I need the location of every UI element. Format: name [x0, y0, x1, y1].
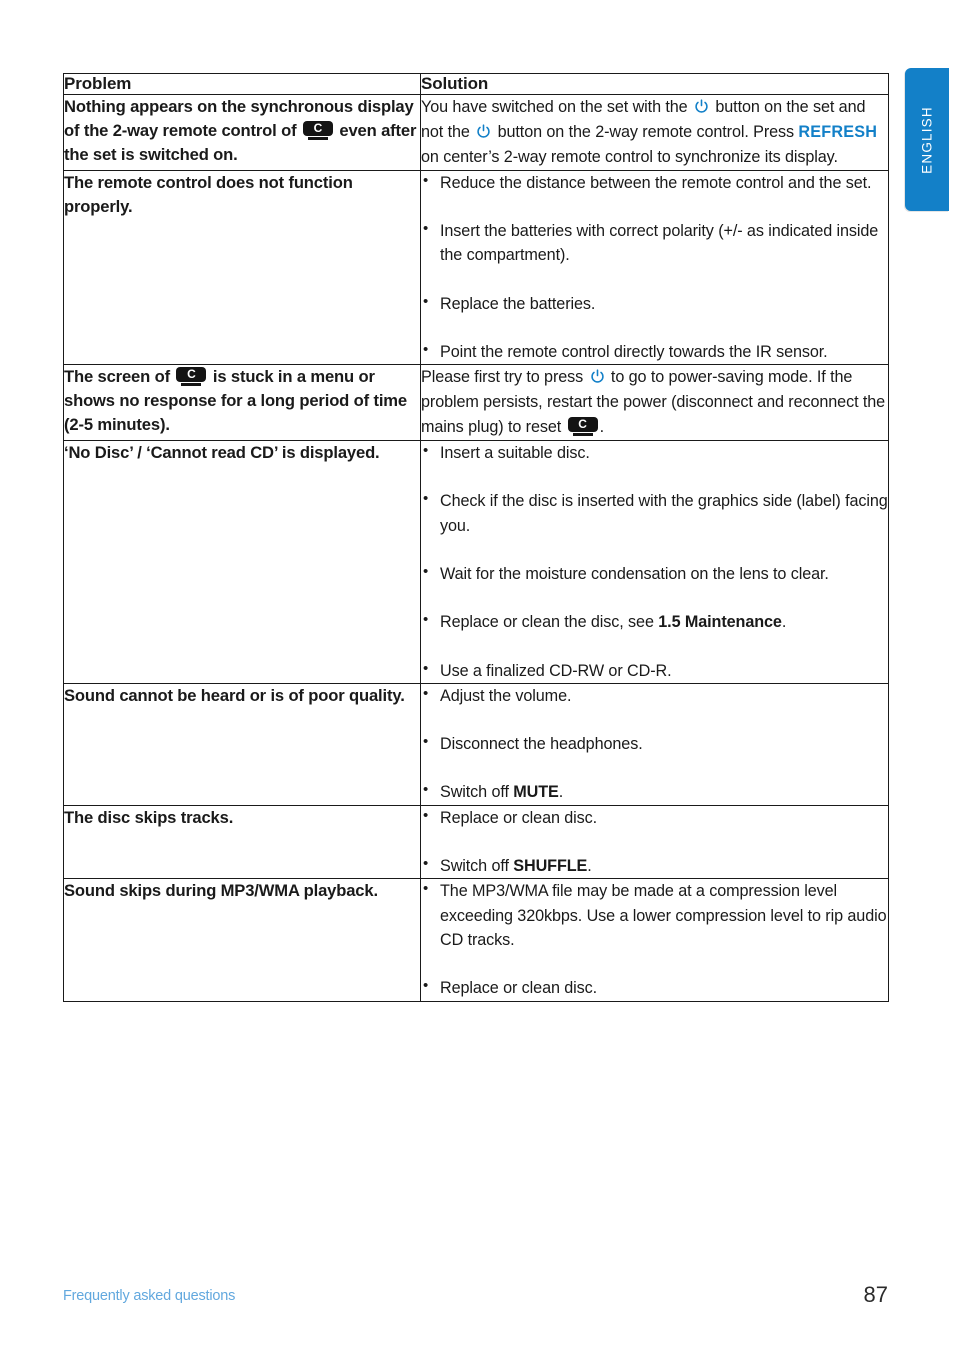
page-footer: Frequently asked questions 87: [63, 1282, 888, 1314]
column-header-problem: Problem: [63, 73, 421, 95]
center-device-icon: C: [567, 417, 598, 437]
center-device-letter: C: [578, 417, 587, 432]
problem-cell: Sound cannot be heard or is of poor qual…: [63, 682, 421, 806]
emphasis-keyword: 1.5 Maintenance: [658, 613, 782, 632]
solution-bullet-list: The MP3/WMA file may be made at a compre…: [421, 878, 888, 1000]
power-icon: [476, 124, 491, 139]
solution-bullet-item: Check if the disc is inserted with the g…: [421, 488, 888, 538]
solution-cell: The MP3/WMA file may be made at a compre…: [420, 878, 889, 1002]
center-device-base: [181, 383, 202, 387]
problem-cell: The disc skips tracks.: [63, 804, 421, 880]
faq-troubleshooting-table: Problem Solution Nothing appears on the …: [63, 73, 889, 1002]
solution-bullet-item: Replace the batteries.: [421, 291, 888, 316]
power-icon: [590, 369, 605, 384]
solution-bullet-item: Disconnect the headphones.: [421, 731, 888, 756]
emphasis-keyword: SHUFFLE: [513, 857, 588, 876]
solution-cell: Insert a suitable disc. Check if the disc…: [420, 440, 889, 684]
problem-cell: The screen of C is stuck in a menu or sh…: [63, 364, 421, 442]
center-device-letter: C: [187, 367, 196, 382]
solution-paragraph: You have switched on the set with the bu…: [421, 98, 878, 166]
column-header-solution: Solution: [420, 73, 889, 95]
problem-cell: Sound skips during MP3/WMA playback.: [63, 878, 421, 1002]
problem-cell: ‘No Disc’ / ‘Cannot read CD’ is displaye…: [63, 440, 421, 684]
table-row: ‘No Disc’ / ‘Cannot read CD’ is displaye…: [63, 440, 889, 684]
solution-cell: You have switched on the set with the bu…: [420, 94, 889, 171]
center-device-letter: C: [313, 121, 323, 136]
solution-bullet-item: Replace or clean disc.: [421, 975, 888, 1000]
power-icon: [694, 99, 709, 114]
language-tab-english: ENGLISH: [905, 68, 949, 211]
solution-bullet-item: The MP3/WMA file may be made at a compre…: [421, 878, 888, 952]
solution-bullet-list: Reduce the distance between the remote c…: [421, 170, 888, 364]
problem-cell: The remote control does not function pro…: [63, 169, 421, 366]
table-row: Sound cannot be heard or is of poor qual…: [63, 682, 889, 806]
solution-bullet-item: Use a finalized CD-RW or CD-R.: [421, 658, 888, 683]
problem-cell: Nothing appears on the synchronous displ…: [63, 94, 421, 171]
center-device-base: [572, 433, 593, 437]
solution-cell: Adjust the volume. Disconnect the headpho…: [420, 683, 889, 806]
center-device-icon: C: [176, 367, 207, 387]
table-header-row: Problem Solution: [63, 73, 889, 95]
table-row: The remote control does not function pro…: [63, 169, 889, 366]
faq-table-body: Nothing appears on the synchronous displ…: [63, 94, 889, 1002]
solution-cell: Please first try to press to go to power…: [420, 364, 889, 442]
accent-keyword: REFRESH: [798, 122, 878, 141]
solution-bullet-item: Switch off MUTE.: [421, 779, 888, 804]
solution-bullet-item: Adjust the volume.: [421, 683, 888, 708]
solution-bullet-list: Insert a suitable disc. Check if the disc…: [421, 440, 888, 683]
solution-bullet-list: Adjust the volume. Disconnect the headpho…: [421, 683, 888, 805]
solution-paragraph: Please first try to press to go to power…: [421, 368, 886, 437]
solution-bullet-list: Replace or clean disc. Switch off SHUFFLE…: [421, 805, 888, 879]
solution-bullet-item: Replace or clean disc.: [421, 805, 888, 830]
page-number: 87: [863, 1282, 888, 1307]
solution-bullet-item: Point the remote control directly toward…: [421, 339, 888, 364]
solution-cell: Reduce the distance between the remote c…: [420, 170, 889, 366]
solution-bullet-item: Insert a suitable disc.: [421, 440, 888, 465]
center-device-icon: C: [302, 121, 333, 141]
solution-cell: Replace or clean disc. Switch off SHUFFLE…: [420, 805, 889, 880]
table-row: Nothing appears on the synchronous displ…: [63, 94, 889, 171]
language-tab-label: ENGLISH: [919, 105, 935, 174]
solution-bullet-item: Wait for the moisture condensation on th…: [421, 561, 888, 586]
footer-section-label: Frequently asked questions: [63, 1288, 236, 1304]
solution-bullet-item: Switch off SHUFFLE.: [421, 853, 888, 878]
center-device-base: [307, 137, 328, 141]
table-row: Sound skips during MP3/WMA playback.The …: [63, 878, 889, 1002]
solution-bullet-item: Insert the batteries with correct polari…: [421, 218, 888, 268]
table-row: The screen of C is stuck in a menu or sh…: [63, 364, 889, 442]
solution-bullet-item: Replace or clean the disc, see 1.5 Maint…: [421, 609, 888, 634]
solution-bullet-item: Reduce the distance between the remote c…: [421, 170, 888, 195]
emphasis-keyword: MUTE: [513, 783, 559, 802]
table-row: The disc skips tracks.Replace or clean d…: [63, 804, 889, 880]
